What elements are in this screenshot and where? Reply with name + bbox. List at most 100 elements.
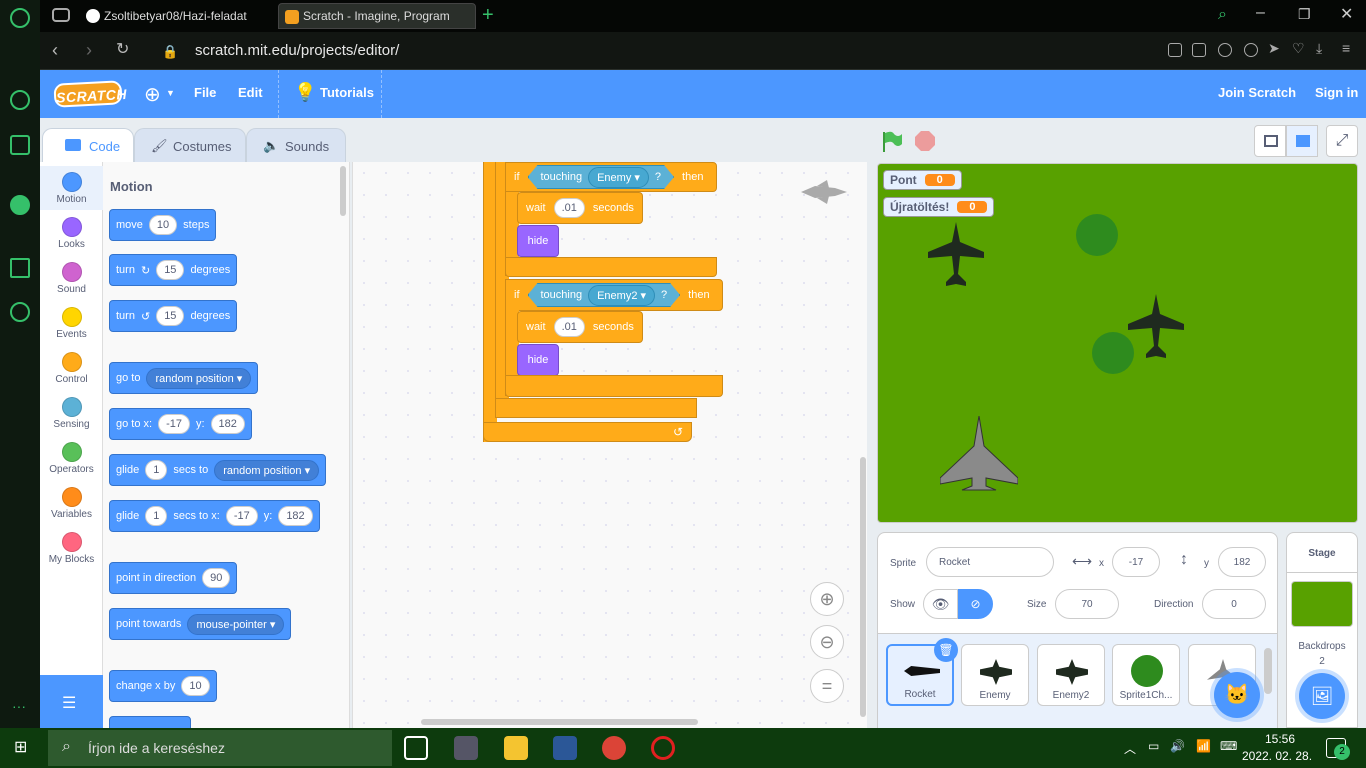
add-extension-button[interactable]: ☰ (40, 675, 103, 728)
category-operators[interactable]: Operators (40, 436, 103, 480)
wifi-icon[interactable]: 📶 (1196, 739, 1211, 753)
loop-bottom[interactable]: ↺ (483, 422, 692, 442)
sprite-thumb-enemy2[interactable]: Enemy2 (1037, 644, 1105, 706)
messenger-icon[interactable] (10, 195, 30, 215)
choose-backdrop-button[interactable]: 🖼 (1299, 673, 1345, 719)
sprite-list-scrollbar[interactable] (1264, 648, 1272, 694)
touching-dropdown-1[interactable]: Enemy ▾ (588, 167, 649, 188)
category-control[interactable]: Control (40, 346, 103, 390)
opera-logo-icon[interactable] (10, 8, 30, 28)
category-sound[interactable]: Sound (40, 256, 103, 300)
y-input[interactable]: 182 (1218, 547, 1266, 577)
close-icon[interactable]: ✕ (1340, 4, 1353, 24)
wait-block-2[interactable]: wait .01 seconds (517, 311, 643, 343)
category-my-blocks[interactable]: My Blocks (40, 526, 103, 570)
send-icon[interactable]: ➤ (1268, 40, 1282, 56)
minimize-icon[interactable]: – (1256, 4, 1265, 22)
scratch-logo[interactable]: SCRATCH (53, 80, 127, 108)
block-change-x[interactable]: change x by 10 (109, 670, 217, 702)
zoom-out-button[interactable]: ⊖ (810, 625, 844, 659)
tab-github[interactable]: Zsoltibetyar08/Hazi-feladat (80, 3, 276, 29)
normal-stage-button[interactable] (1286, 125, 1318, 157)
apps-grid-icon[interactable] (10, 258, 30, 278)
volume-icon[interactable]: 🔊 (1170, 739, 1185, 753)
menu-file[interactable]: File (194, 85, 216, 100)
block-turn-left[interactable]: turn ↺ 15 degrees (109, 300, 238, 332)
new-tab-icon[interactable]: + (482, 4, 494, 27)
category-sensing[interactable]: Sensing (40, 391, 103, 435)
speed-dial-icon[interactable] (10, 90, 30, 110)
search-icon[interactable]: ⌕ (1218, 6, 1227, 24)
menu-icon[interactable]: ≡ (1342, 40, 1356, 56)
tab-code[interactable]: Code (42, 128, 134, 162)
enemy-jet-sprite[interactable] (928, 222, 984, 288)
hide-block-1[interactable]: hide (517, 225, 559, 257)
workspace-icon[interactable] (52, 8, 70, 22)
language-tray-icon[interactable]: ⌨ (1220, 739, 1237, 753)
show-visible-button[interactable]: 👁 (923, 589, 958, 619)
category-motion[interactable]: Motion (40, 166, 103, 210)
block-point-towards[interactable]: point towards mouse-pointer ▾ (109, 608, 292, 640)
sensing-touching-1[interactable]: touching Enemy ▾ ? (528, 165, 675, 189)
block-turn-right[interactable]: turn ↻ 15 degrees (109, 254, 238, 286)
zoom-reset-button[interactable]: = (810, 669, 844, 703)
block-dropdown[interactable]: random position ▾ (146, 367, 252, 389)
stage-target-pane[interactable]: Stage Backdrops 2 🖼 (1286, 532, 1358, 728)
wait-block-1[interactable]: wait .01 seconds (517, 192, 643, 224)
chrome-icon[interactable] (602, 736, 626, 760)
settings-gear-icon[interactable] (10, 302, 30, 322)
small-stage-button[interactable] (1254, 125, 1286, 157)
stage-backdrop-thumb[interactable] (1291, 581, 1353, 627)
block-input[interactable]: 10 (148, 215, 178, 235)
hide-block-2[interactable]: hide (517, 344, 559, 376)
block-point-direction[interactable]: point in direction 90 (109, 562, 238, 594)
category-looks[interactable]: Looks (40, 211, 103, 255)
block-dropdown[interactable]: mouse-pointer ▾ (187, 613, 285, 635)
task-view-icon[interactable] (404, 736, 428, 760)
clock-time[interactable]: 15:56 (1248, 732, 1312, 746)
block-input[interactable]: .01 (553, 317, 585, 337)
category-events[interactable]: Events (40, 301, 103, 345)
palette-scrollbar[interactable] (340, 166, 346, 216)
url-text[interactable]: scratch.mit.edu/projects/editor/ (195, 42, 399, 59)
block-input[interactable]: -17 (158, 414, 190, 434)
restore-icon[interactable]: ❐ (1298, 6, 1311, 23)
block-input[interactable]: -17 (225, 506, 258, 526)
code-workspace[interactable]: ↺ if touching Enemy ▾ ? then wait .01 seco… (352, 162, 867, 728)
block-input[interactable]: 1 (145, 460, 168, 480)
block-icon[interactable] (1218, 43, 1232, 57)
app-icon-game[interactable] (454, 736, 478, 760)
more-icon[interactable]: ··· (12, 698, 26, 714)
camera-icon[interactable] (1192, 43, 1206, 57)
block-input[interactable]: 1 (145, 506, 168, 526)
heart-icon[interactable]: ♡ (1292, 40, 1306, 56)
if-block-1[interactable]: if touching Enemy ▾ ? then (505, 162, 717, 192)
block-goto-xy[interactable]: go to x: -17 y: 182 (109, 408, 252, 440)
touching-dropdown-2[interactable]: Enemy2 ▾ (588, 285, 655, 306)
block-input[interactable]: 10 (181, 676, 210, 696)
enemy2-jet-sprite[interactable] (1128, 294, 1184, 360)
tab-sounds[interactable]: 🔈 Sounds (246, 128, 346, 162)
sprite-thumb-enemy[interactable]: Enemy (961, 644, 1029, 706)
menu-tutorials[interactable]: Tutorials (320, 85, 374, 100)
share-icon[interactable] (1168, 43, 1182, 57)
forward-icon[interactable]: › (86, 40, 92, 60)
show-hidden-button[interactable]: ⊘ (958, 589, 993, 619)
sign-in-link[interactable]: Sign in (1315, 85, 1358, 100)
block-dropdown[interactable]: random position ▾ (214, 459, 320, 481)
block-input[interactable]: 182 (210, 414, 245, 434)
sprite-name-input[interactable]: Rocket (926, 547, 1054, 577)
language-globe-icon[interactable]: ⊕ (144, 82, 161, 107)
stop-icon[interactable] (914, 130, 936, 152)
reload-icon[interactable]: ↻ (116, 40, 129, 60)
block-goto[interactable]: go to random position ▾ (109, 362, 259, 394)
tab-scratch[interactable]: Scratch - Imagine, Program (278, 3, 476, 29)
tray-camera-icon[interactable]: ▭ (1148, 739, 1159, 753)
block-input[interactable]: 90 (202, 568, 231, 588)
if-block-2[interactable]: if touching Enemy2 ▾ ? then (505, 279, 723, 311)
rocket-jet-sprite[interactable] (940, 416, 1018, 492)
sprite-thumb-sprite1[interactable]: Sprite1Ch... (1112, 644, 1180, 706)
block-partial[interactable] (109, 716, 191, 728)
block-move-steps[interactable]: move 10 steps (109, 209, 217, 241)
clock-date[interactable]: 2022. 02. 28. (1240, 749, 1314, 763)
